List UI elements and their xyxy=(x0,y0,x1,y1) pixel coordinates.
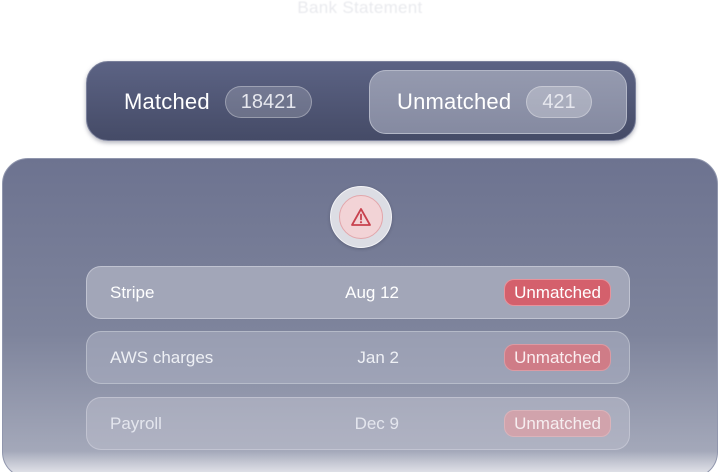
unmatched-transactions-panel: Stripe Aug 12 Unmatched AWS charges Jan … xyxy=(2,158,718,472)
unmatched-segment[interactable]: Unmatched 421 xyxy=(369,70,627,134)
unmatched-count-badge: 421 xyxy=(526,86,592,118)
transaction-name: Stripe xyxy=(110,282,155,302)
status-badge: Unmatched xyxy=(504,410,611,437)
transaction-date: Jan 2 xyxy=(357,347,399,367)
status-badge: Unmatched xyxy=(504,279,611,306)
matched-segment[interactable]: Matched 18421 xyxy=(97,70,359,134)
unmatched-label: Unmatched xyxy=(397,89,512,114)
match-status-toggle: Matched 18421 Unmatched 421 xyxy=(86,61,636,141)
transaction-date: Dec 9 xyxy=(354,413,399,433)
panel-fade-overlay xyxy=(3,451,717,472)
ghost-title: Bank Statement xyxy=(297,0,423,17)
transaction-name: AWS charges xyxy=(110,347,214,367)
transaction-row[interactable]: Stripe Aug 12 Unmatched xyxy=(86,266,630,319)
status-badge: Unmatched xyxy=(504,344,611,371)
matched-label: Matched xyxy=(124,89,210,114)
warning-triangle-icon xyxy=(339,195,383,239)
transaction-name: Payroll xyxy=(110,413,162,433)
transaction-row[interactable]: AWS charges Jan 2 Unmatched xyxy=(86,331,630,384)
transaction-row[interactable]: Payroll Dec 9 Unmatched xyxy=(86,397,630,450)
matched-count-badge: 18421 xyxy=(224,86,313,118)
transaction-date: Aug 12 xyxy=(345,282,399,302)
alert-badge xyxy=(330,186,392,248)
